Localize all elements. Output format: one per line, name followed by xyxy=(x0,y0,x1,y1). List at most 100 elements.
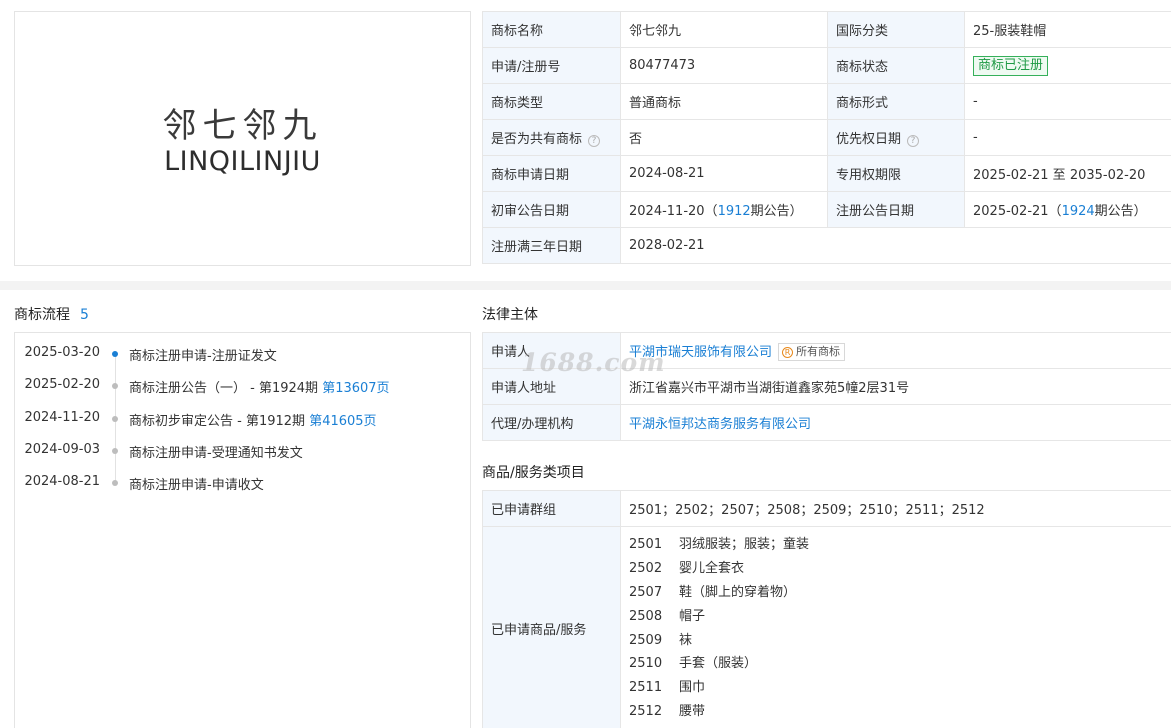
items-label: 已申请商品/服务 xyxy=(482,526,621,728)
prelim-value: 2024-11-20（1912期公告） xyxy=(620,191,828,228)
flow-page-link[interactable]: 第41605页 xyxy=(309,414,376,429)
apply-date-label: 商标申请日期 xyxy=(482,155,621,192)
info-row: 商标类型 普通商标 商标形式 - xyxy=(482,83,1171,120)
flow-date: 2024-09-03 xyxy=(24,442,100,457)
flow-text: 商标注册申请-受理通知书发文 xyxy=(129,442,303,461)
goods-code: 2508 xyxy=(629,608,663,624)
agent-label: 代理/办理机构 xyxy=(482,404,621,441)
goods-name: 腰带 xyxy=(679,703,706,719)
address-label: 申请人地址 xyxy=(482,368,621,405)
regpub-issue-link[interactable]: 1924 xyxy=(1062,204,1095,219)
flow-count: 5 xyxy=(80,307,89,323)
goods-name: 婴儿全套衣 xyxy=(679,561,745,577)
applicant-link[interactable]: 平湖市瑞天服饰有限公司 xyxy=(629,345,772,360)
prelim-suffix: 期公告） xyxy=(750,204,803,219)
goods-item: 2508 帽子 xyxy=(629,605,1163,629)
all-trademarks-button[interactable]: R 所有商标 xyxy=(778,342,846,361)
flow-title: 商标流程 xyxy=(14,307,70,323)
flow-event: 商标注册申请-受理通知书发文 xyxy=(129,446,303,461)
help-icon[interactable]: ? xyxy=(907,135,920,147)
goods-code: 2502 xyxy=(629,561,663,577)
status-cell: 商标已注册 xyxy=(964,47,1171,84)
trademark-image: 邻七邻九 LINQILINJIU xyxy=(14,11,471,266)
info-row: 商标申请日期 2024-08-21 专用权期限 2025-02-21 至 203… xyxy=(482,155,1171,192)
prelim-date: 2024-11-20（ xyxy=(629,204,718,219)
goods-item: 2512 腰带 xyxy=(629,700,1163,724)
exclusive-value: 2025-02-21 至 2035-02-20 xyxy=(964,155,1171,192)
goods-code: 2507 xyxy=(629,584,663,600)
items-cell: 2501 羽绒服装；服装；童装 2502 婴儿全套衣 2507 鞋（脚上的穿着物） 2… xyxy=(620,526,1171,728)
priority-label-cell: 优先权日期? xyxy=(827,119,965,156)
applicant-cell: 平湖市瑞天服饰有限公司 R 所有商标 xyxy=(620,332,1171,369)
agent-cell: 平湖永恒邦达商务服务有限公司 xyxy=(620,404,1171,441)
goods-table: 已申请群组 2501；2502；2507；2508；2509；2510；2511… xyxy=(482,490,1171,728)
legal-entity-table: 申请人 平湖市瑞天服饰有限公司 R 所有商标 申请人地址 浙江省嘉兴市平湖市当湖街道… xyxy=(482,332,1171,441)
timeline-dot xyxy=(112,416,118,422)
priority-value: - xyxy=(964,119,1171,156)
flow-date: 2024-11-20 xyxy=(24,410,100,425)
flow-event: 商标初步审定公告 - 第1912期 xyxy=(129,414,310,429)
prelim-issue-link[interactable]: 1912 xyxy=(718,204,751,219)
goods-item: 2502 婴儿全套衣 xyxy=(629,557,1163,581)
info-row: 申请/注册号 80477473 商标状态 商标已注册 xyxy=(482,47,1171,84)
timeline-dot xyxy=(112,480,118,486)
name-value: 邻七邻九 xyxy=(620,11,828,48)
goods-name: 袜 xyxy=(679,632,693,648)
flow-item: 2024-08-21 商标注册申请-申请收文 xyxy=(15,474,470,494)
info-row: 初审公告日期 2024-11-20（1912期公告） 注册公告日期 2025-0… xyxy=(482,191,1171,228)
form-label: 商标形式 xyxy=(827,83,965,120)
goods-code: 2510 xyxy=(629,656,663,672)
goods-code: 2512 xyxy=(629,703,663,719)
flow-page-link[interactable]: 第13607页 xyxy=(322,381,389,396)
timeline-dot-active xyxy=(112,351,118,357)
flow-text: 商标注册申请-注册证发文 xyxy=(129,345,277,364)
three-year-value: 2028-02-21 xyxy=(620,227,1171,264)
flow-event: 商标注册申请-申请收文 xyxy=(129,478,264,493)
regpub-suffix: 期公告） xyxy=(1094,204,1147,219)
flow-date: 2025-02-20 xyxy=(24,377,100,392)
regno-label: 申请/注册号 xyxy=(482,47,621,84)
section-divider xyxy=(0,281,1171,290)
flow-text: 商标注册公告（一） - 第1924期 第13607页 xyxy=(129,377,390,396)
class-value: 25-服装鞋帽 xyxy=(964,11,1171,48)
type-label: 商标类型 xyxy=(482,83,621,120)
status-badge: 商标已注册 xyxy=(973,55,1049,76)
regpub-label: 注册公告日期 xyxy=(827,191,965,228)
goods-code: 2501 xyxy=(629,537,663,553)
goods-list: 2501 羽绒服装；服装；童装 2502 婴儿全套衣 2507 鞋（脚上的穿着物） 2… xyxy=(629,528,1163,728)
all-trademarks-label: 所有商标 xyxy=(796,344,841,358)
goods-item: 2511 围巾 xyxy=(629,676,1163,700)
name-label: 商标名称 xyxy=(482,11,621,48)
timeline-dot xyxy=(112,448,118,454)
flow-item: 2025-02-20 商标注册公告（一） - 第1924期 第13607页 xyxy=(15,377,470,397)
flow-date: 2025-03-20 xyxy=(24,345,100,360)
goods-name: 手套（服装） xyxy=(679,656,758,672)
legal-section-title: 法律主体 xyxy=(482,307,538,323)
form-value: - xyxy=(964,83,1171,120)
goods-code: 2509 xyxy=(629,632,663,648)
flow-section-title: 商标流程 5 xyxy=(14,304,89,324)
info-row: 商标名称 邻七邻九 国际分类 25-服装鞋帽 xyxy=(482,11,1171,48)
info-row: 是否为共有商标? 否 优先权日期? - xyxy=(482,119,1171,156)
agent-link[interactable]: 平湖永恒邦达商务服务有限公司 xyxy=(629,417,811,432)
flow-timeline: 2025-03-20 商标注册申请-注册证发文 2025-02-20 商标注册公… xyxy=(14,332,471,728)
groups-value: 2501；2502；2507；2508；2509；2510；2511；2512 xyxy=(620,490,1171,527)
flow-event: 商标注册公告（一） - 第1924期 xyxy=(129,381,323,396)
status-label: 商标状态 xyxy=(827,47,965,84)
three-year-label: 注册满三年日期 xyxy=(482,227,621,264)
goods-item: 2510 手套（服装） xyxy=(629,652,1163,676)
type-value: 普通商标 xyxy=(620,83,828,120)
flow-item: 2024-09-03 商标注册申请-受理通知书发文 xyxy=(15,442,470,462)
shared-label: 是否为共有商标 xyxy=(491,132,583,147)
timeline-dot xyxy=(112,383,118,389)
shared-value: 否 xyxy=(620,119,828,156)
help-icon[interactable]: ? xyxy=(588,135,601,147)
goods-name: 帽子 xyxy=(679,608,706,624)
registered-icon: R xyxy=(782,346,794,358)
goods-item: 2501 羽绒服装；服装；童装 xyxy=(629,533,1163,557)
address-value: 浙江省嘉兴市平湖市当湖街道鑫家苑5幢2层31号 xyxy=(620,368,1171,405)
flow-item: 2024-11-20 商标初步审定公告 - 第1912期 第41605页 xyxy=(15,410,470,430)
flow-date: 2024-08-21 xyxy=(24,474,100,489)
goods-name: 羽绒服装；服装；童装 xyxy=(679,537,810,553)
regpub-value: 2025-02-21（1924期公告） xyxy=(964,191,1171,228)
